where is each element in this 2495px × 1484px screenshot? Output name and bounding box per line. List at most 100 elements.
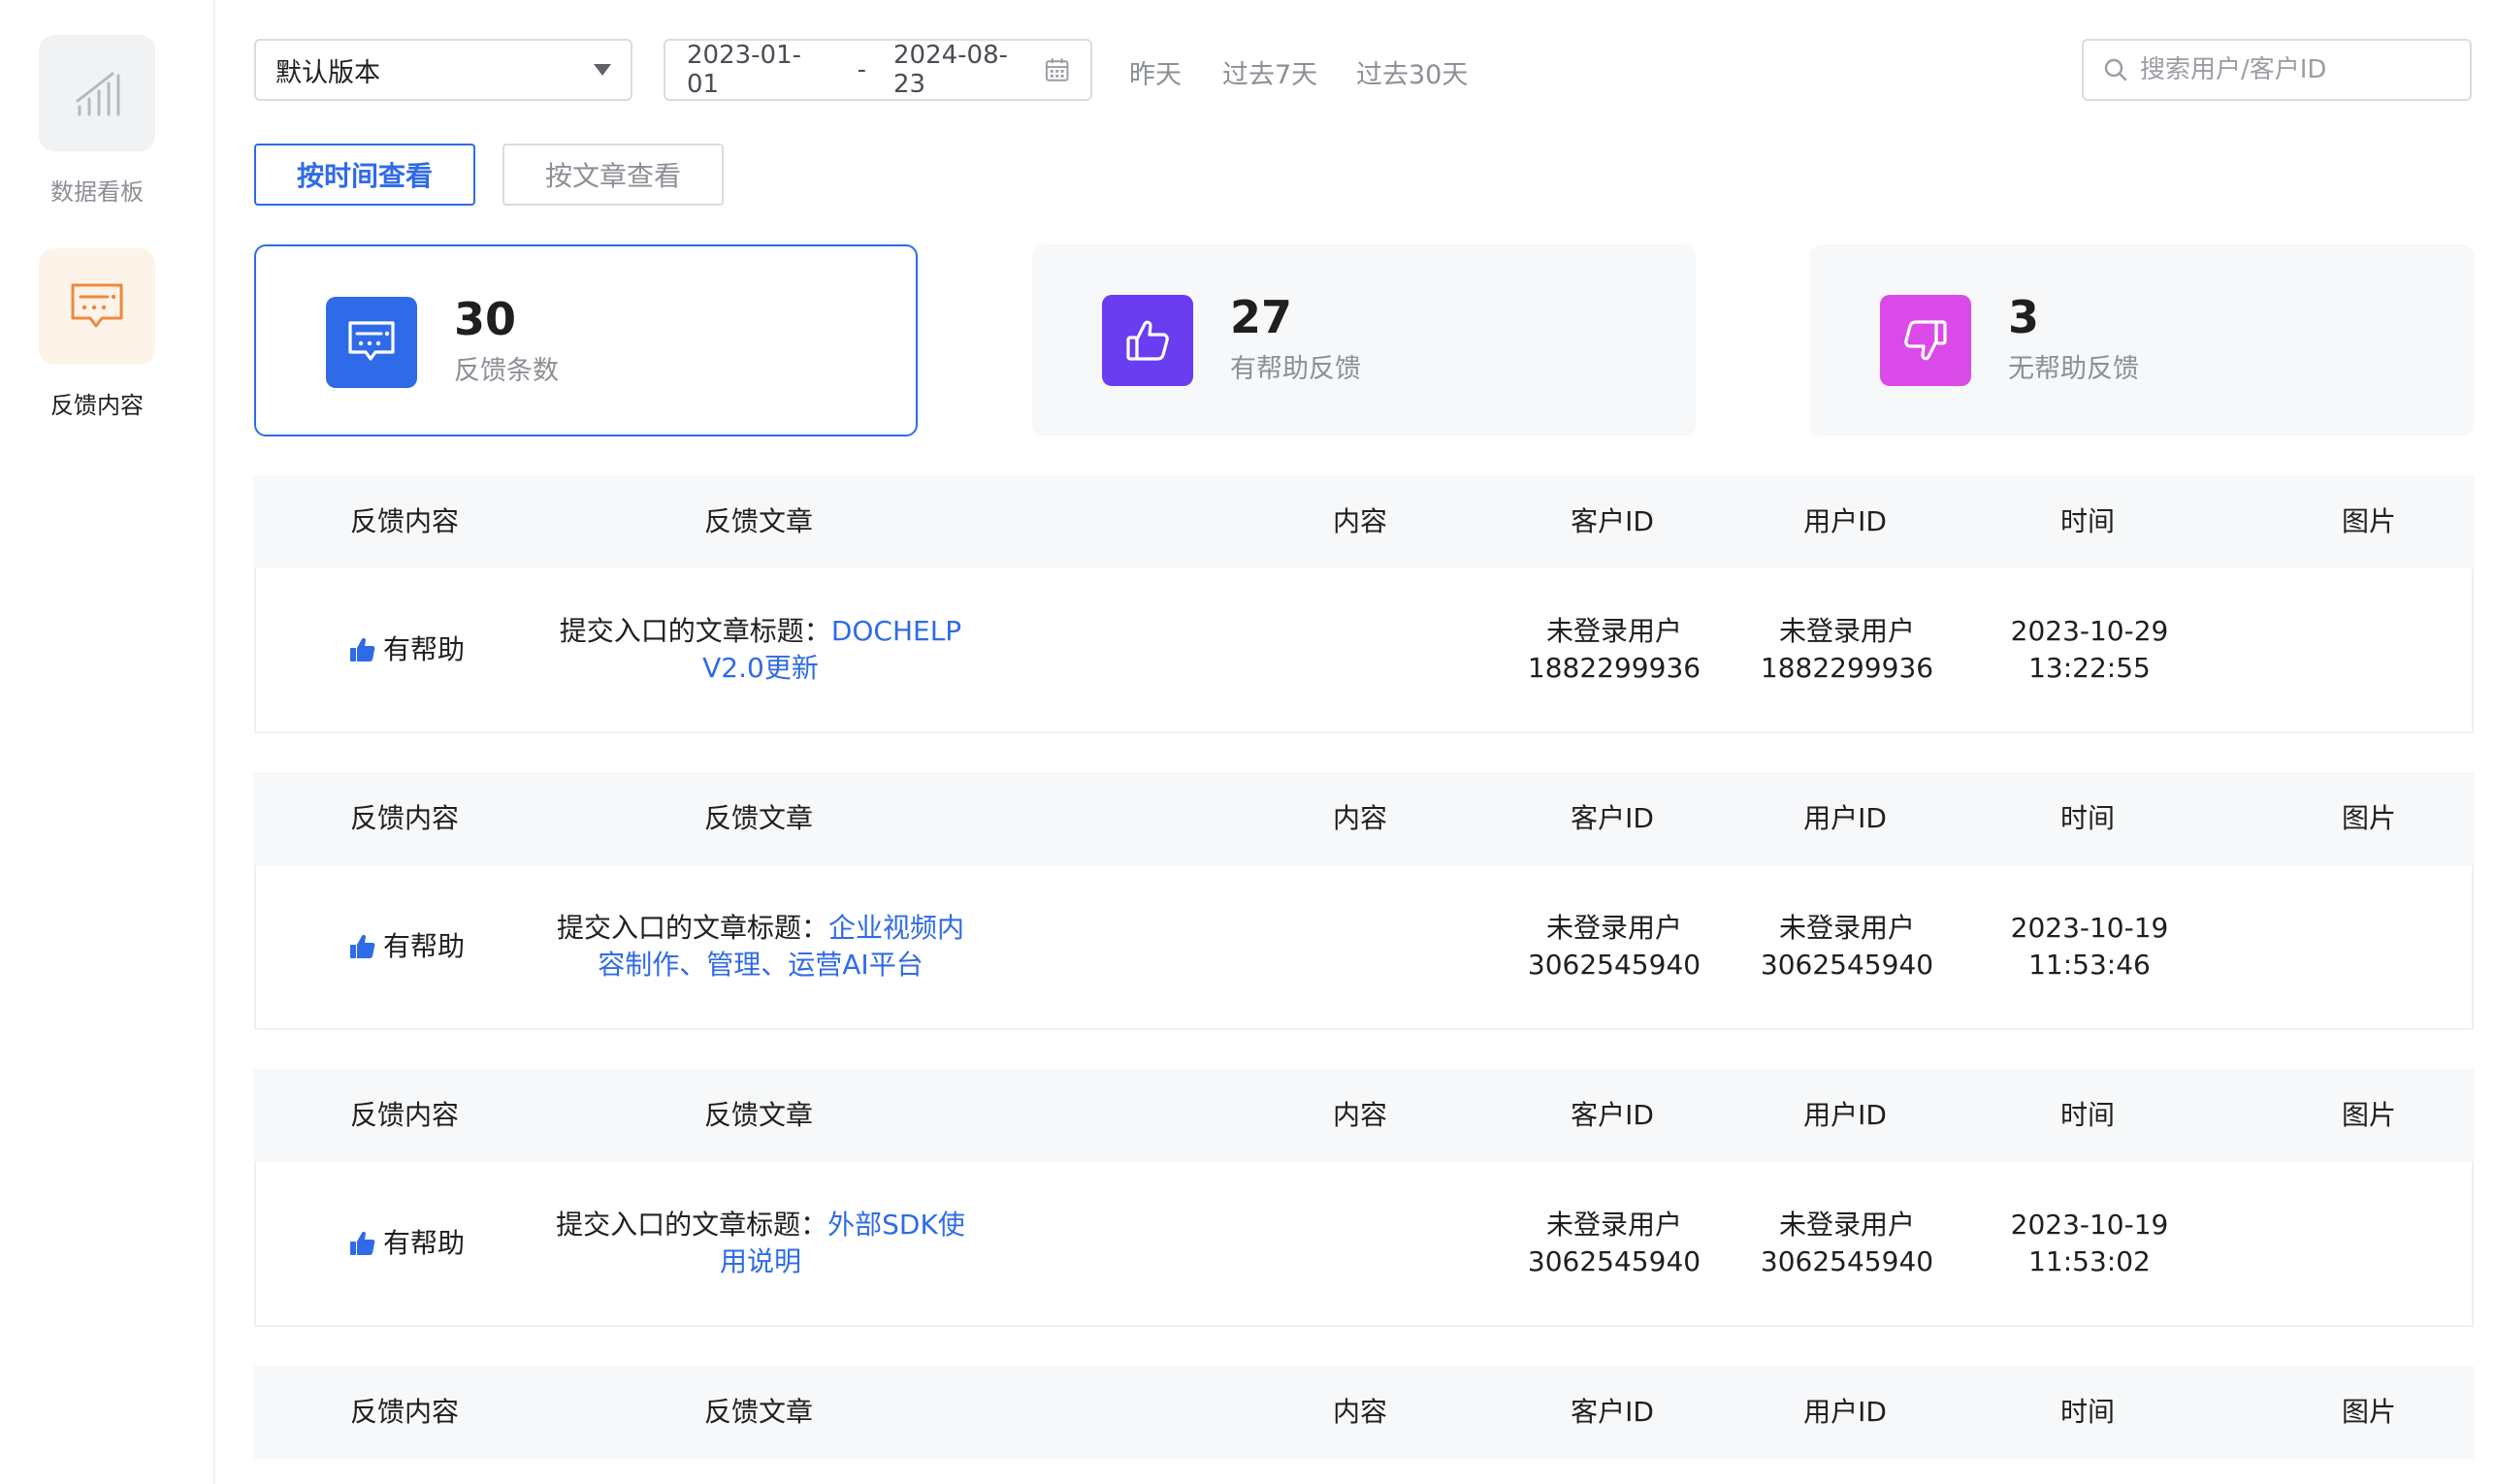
article-cell: 提交入口的文章标题：DOCHELP V2.0更新 bbox=[537, 568, 984, 731]
table-header: 反馈内容 反馈文章 内容 客户ID 用户ID 时间 图片 bbox=[254, 1366, 2474, 1459]
search-icon bbox=[2104, 58, 2127, 81]
header-time: 时间 bbox=[2059, 1396, 2115, 1428]
header-user-id: 用户ID bbox=[1803, 1099, 1887, 1131]
user-id-cell: 未登录用户 3062545940 bbox=[1731, 865, 1963, 1028]
tab-by-article[interactable]: 按文章查看 bbox=[502, 144, 724, 206]
time-value: 11:53:02 bbox=[2028, 1245, 2151, 1277]
message-icon bbox=[71, 283, 123, 328]
quick-range-yesterday[interactable]: 昨天 bbox=[1129, 53, 1182, 91]
content-cell bbox=[1226, 865, 1498, 1028]
stat-value: 27 bbox=[1230, 291, 1293, 343]
table-row: 有帮助 提交入口的文章标题：DOCHELP V2.0更新 未登录用户 188229… bbox=[254, 568, 2474, 733]
time-cell: 2023-10-29 13:22:55 bbox=[1963, 568, 2216, 731]
table-header: 反馈内容 反馈文章 内容 客户ID 用户ID 时间 图片 bbox=[254, 475, 2474, 568]
feedback-label: 有帮助 bbox=[382, 930, 465, 962]
customer-id: 1882299936 bbox=[1527, 652, 1701, 684]
customer-label: 未登录用户 bbox=[1545, 912, 1682, 944]
thumbs-up-icon bbox=[349, 637, 375, 661]
date-value: 2023-10-29 bbox=[2010, 615, 2169, 647]
date-value: 2023-10-19 bbox=[2010, 1209, 2169, 1241]
feedback-cell: 有帮助 bbox=[305, 865, 508, 1028]
stat-value: 30 bbox=[454, 293, 517, 345]
header-image: 图片 bbox=[2341, 1396, 2396, 1428]
article-prefix: 提交入口的文章标题： bbox=[556, 1209, 828, 1241]
tab-by-time[interactable]: 按时间查看 bbox=[254, 144, 475, 206]
feedback-cell: 有帮助 bbox=[305, 568, 508, 731]
date-separator: - bbox=[857, 55, 866, 84]
header-time: 时间 bbox=[2059, 802, 2115, 834]
content-cell bbox=[1226, 568, 1498, 731]
user-id-cell: 未登录用户 1882299936 bbox=[1731, 568, 1963, 731]
customer-id-cell: 未登录用户 1882299936 bbox=[1498, 568, 1731, 731]
header-image: 图片 bbox=[2341, 1099, 2396, 1131]
calendar-icon bbox=[1045, 58, 1069, 81]
header-image: 图片 bbox=[2341, 802, 2396, 834]
caret-down-icon bbox=[594, 64, 611, 76]
image-cell bbox=[2274, 568, 2468, 731]
thumbs-up-icon bbox=[349, 934, 375, 958]
article-cell: 提交入口的文章标题：企业视频内容制作、管理、运营AI平台 bbox=[537, 865, 984, 1028]
feedback-table: 反馈内容 反馈文章 内容 客户ID 用户ID 时间 图片 bbox=[254, 1366, 2474, 1459]
stat-card-total[interactable]: 30 反馈条数 bbox=[254, 244, 918, 436]
feedback-table: 反馈内容 反馈文章 内容 客户ID 用户ID 时间 图片 有帮助 提交入口的文章… bbox=[254, 1069, 2474, 1327]
user-id: 1882299936 bbox=[1760, 652, 1934, 684]
sidebar-tile bbox=[39, 35, 155, 151]
article-prefix: 提交入口的文章标题： bbox=[556, 912, 828, 944]
thumbs-up-icon bbox=[349, 1231, 375, 1255]
bar-chart-icon bbox=[76, 72, 120, 116]
stat-icon-box bbox=[1880, 295, 1971, 386]
header-content: 内容 bbox=[1332, 1396, 1387, 1428]
thumbs-up-icon bbox=[1126, 320, 1169, 361]
user-label: 未登录用户 bbox=[1778, 1209, 1915, 1241]
customer-label: 未登录用户 bbox=[1545, 615, 1682, 647]
quick-range-7days[interactable]: 过去7天 bbox=[1222, 53, 1317, 91]
stat-label: 无帮助反馈 bbox=[2008, 354, 2139, 384]
time-cell: 2023-10-19 11:53:02 bbox=[1963, 1162, 2216, 1325]
quick-range-30days[interactable]: 过去30天 bbox=[1356, 53, 1468, 91]
user-id-cell: 未登录用户 3062545940 bbox=[1731, 1162, 1963, 1325]
time-value: 13:22:55 bbox=[2028, 652, 2151, 684]
date-range-picker[interactable]: 2023-01-01 - 2024-08-23 bbox=[664, 39, 1092, 101]
content-cell bbox=[1226, 1162, 1498, 1325]
date-value: 2023-10-19 bbox=[2010, 912, 2169, 944]
header-feedback: 反馈内容 bbox=[349, 802, 459, 834]
table-row: 有帮助 提交入口的文章标题：外部SDK使用说明 未登录用户 3062545940 … bbox=[254, 1162, 2474, 1327]
table-row: 有帮助 提交入口的文章标题：企业视频内容制作、管理、运营AI平台 未登录用户 30… bbox=[254, 865, 2474, 1030]
message-icon bbox=[348, 321, 395, 361]
time-value: 11:53:46 bbox=[2028, 949, 2151, 981]
sidebar: 数据看板 反馈内容 bbox=[0, 0, 215, 1484]
header-article: 反馈文章 bbox=[703, 802, 813, 834]
sidebar-item-dashboard[interactable]: 数据看板 bbox=[0, 35, 194, 207]
image-cell bbox=[2274, 1162, 2468, 1325]
sidebar-item-feedback[interactable]: 反馈内容 bbox=[0, 248, 194, 420]
sidebar-tile bbox=[39, 248, 155, 365]
date-start[interactable]: 2023-01-01 bbox=[687, 41, 830, 99]
image-cell bbox=[2274, 865, 2468, 1028]
table-header: 反馈内容 反馈文章 内容 客户ID 用户ID 时间 图片 bbox=[254, 1069, 2474, 1162]
header-article: 反馈文章 bbox=[703, 1099, 813, 1131]
stat-card-unhelpful[interactable]: 3 无帮助反馈 bbox=[1810, 244, 2474, 436]
table-header: 反馈内容 反馈文章 内容 客户ID 用户ID 时间 图片 bbox=[254, 772, 2474, 865]
stat-card-helpful[interactable]: 27 有帮助反馈 bbox=[1032, 244, 1696, 436]
customer-id: 3062545940 bbox=[1527, 1245, 1701, 1277]
header-customer-id: 客户ID bbox=[1571, 1099, 1654, 1131]
header-article: 反馈文章 bbox=[703, 505, 813, 537]
time-cell: 2023-10-19 11:53:46 bbox=[1963, 865, 2216, 1028]
article-prefix: 提交入口的文章标题： bbox=[559, 615, 831, 647]
stat-icon-box bbox=[1102, 295, 1193, 386]
sidebar-item-label: 数据看板 bbox=[50, 178, 144, 206]
header-time: 时间 bbox=[2059, 505, 2115, 537]
search-input[interactable] bbox=[2140, 55, 2450, 84]
version-select-value: 默认版本 bbox=[275, 57, 380, 88]
date-end[interactable]: 2024-08-23 bbox=[893, 41, 1037, 99]
search-box[interactable] bbox=[2082, 39, 2472, 101]
version-select[interactable]: 默认版本 bbox=[254, 39, 632, 101]
feedback-label: 有帮助 bbox=[382, 633, 465, 665]
article-cell: 提交入口的文章标题：外部SDK使用说明 bbox=[537, 1162, 984, 1325]
header-customer-id: 客户ID bbox=[1571, 1396, 1654, 1428]
feedback-table: 反馈内容 反馈文章 内容 客户ID 用户ID 时间 图片 有帮助 提交入口的文章… bbox=[254, 772, 2474, 1030]
stat-icon-box bbox=[326, 297, 417, 388]
header-feedback: 反馈内容 bbox=[349, 505, 459, 537]
feedback-label: 有帮助 bbox=[382, 1227, 465, 1259]
stat-value: 3 bbox=[2008, 291, 2040, 343]
